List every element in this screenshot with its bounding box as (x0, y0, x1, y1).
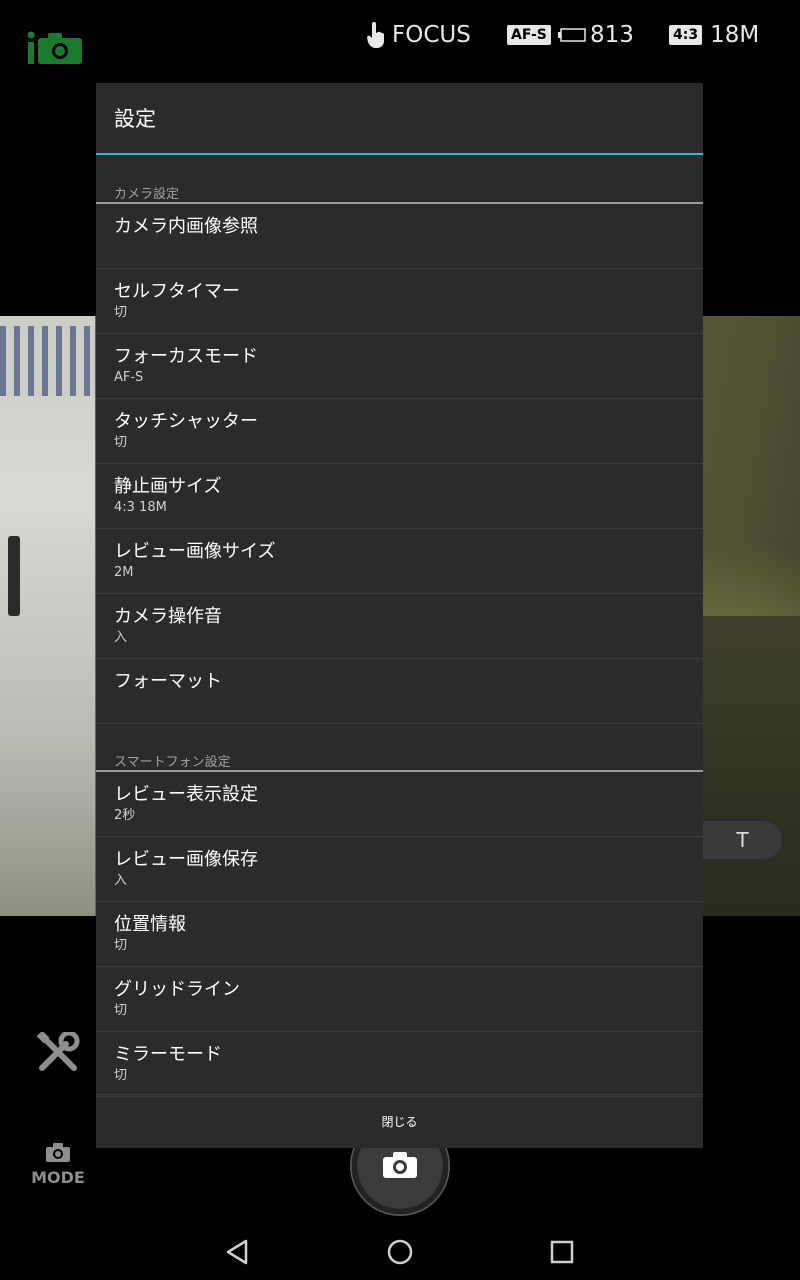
viewfinder-handle (8, 536, 20, 616)
setting-title: フォーカスモード (114, 346, 258, 367)
tools-icon[interactable] (36, 1032, 80, 1072)
zoom-tele-label: T (736, 828, 749, 852)
setting-title: レビュー画像サイズ (114, 541, 276, 562)
setting-title: 位置情報 (114, 914, 186, 935)
setting-self-timer[interactable]: セルフタイマー 切 (96, 269, 703, 334)
section-header-smartphone: スマートフォン設定 (96, 724, 703, 772)
focus-indicator: FOCUS (366, 20, 471, 50)
home-circle-icon[interactable] (386, 1238, 414, 1266)
dialog-title: 設定 (96, 83, 703, 155)
setting-value: 2秒 (114, 808, 136, 823)
setting-value: 切 (114, 1003, 128, 1018)
mode-label: MODE (31, 1168, 85, 1187)
setting-location-info[interactable]: 位置情報 切 (96, 902, 703, 967)
settings-dialog: 設定 カメラ設定 カメラ内画像参照 セルフタイマー 切 フォーカスモード AF-… (96, 83, 703, 1148)
touch-hand-icon (367, 22, 384, 48)
setting-value: AF-S (114, 370, 144, 385)
setting-value: 2M (114, 565, 134, 580)
recents-square-icon[interactable] (548, 1238, 576, 1266)
setting-title: セルフタイマー (114, 281, 240, 302)
image-size-indicator: 4:3 18M (669, 20, 759, 50)
mode-button[interactable]: MODE (28, 1142, 88, 1190)
camera-app-logo-icon[interactable] (28, 30, 82, 66)
settings-list[interactable]: カメラ設定 カメラ内画像参照 セルフタイマー 切 フォーカスモード AF-S タ… (96, 155, 703, 1097)
battery-icon (558, 28, 586, 42)
setting-review-image-size[interactable]: レビュー画像サイズ 2M (96, 529, 703, 594)
shots-remaining-indicator: 813 (558, 20, 634, 50)
setting-value: 4:3 18M (114, 500, 167, 515)
setting-title: レビュー表示設定 (114, 784, 258, 805)
zoom-tele-button[interactable]: T (703, 818, 785, 862)
setting-value: 入 (114, 630, 128, 645)
camera-status-bar: FOCUS AF-S 813 4:3 18M (0, 0, 800, 84)
setting-title: タッチシャッター (114, 411, 258, 432)
setting-title: レビュー画像保存 (114, 849, 258, 870)
viewfinder-shadow (703, 616, 800, 916)
setting-title: 静止画サイズ (114, 476, 222, 497)
setting-title: カメラ内画像参照 (114, 216, 258, 237)
setting-grid-line[interactable]: グリッドライン 切 (96, 967, 703, 1032)
setting-title: フォーマット (114, 671, 222, 692)
setting-format[interactable]: フォーマット (96, 659, 703, 724)
camera-icon (46, 1143, 70, 1162)
setting-in-camera-image-view[interactable]: カメラ内画像参照 (96, 204, 703, 269)
setting-title: グリッドライン (114, 979, 240, 1000)
shots-remaining: 813 (590, 22, 634, 48)
af-mode-badge: AF-S (507, 25, 551, 45)
aspect-badge: 4:3 (669, 25, 703, 45)
close-label: 閉じる (381, 1115, 418, 1129)
back-triangle-icon[interactable] (224, 1238, 252, 1266)
setting-focus-mode[interactable]: フォーカスモード AF-S (96, 334, 703, 399)
setting-value: 切 (114, 1068, 128, 1083)
viewfinder-shelf (0, 326, 95, 396)
setting-camera-sound[interactable]: カメラ操作音 入 (96, 594, 703, 659)
system-nav-bar (0, 1224, 800, 1280)
setting-review-image-save[interactable]: レビュー画像保存 入 (96, 837, 703, 902)
setting-review-display[interactable]: レビュー表示設定 2秒 (96, 772, 703, 837)
shutter-camera-icon (383, 1152, 417, 1178)
viewfinder-wall (0, 316, 95, 916)
setting-mirror-mode[interactable]: ミラーモード 切 (96, 1032, 703, 1097)
setting-value: 入 (114, 873, 128, 888)
setting-value: 切 (114, 938, 128, 953)
focus-label: FOCUS (392, 22, 471, 48)
setting-value: 切 (114, 435, 128, 450)
setting-touch-shutter[interactable]: タッチシャッター 切 (96, 399, 703, 464)
setting-title: カメラ操作音 (114, 606, 222, 627)
setting-title: ミラーモード (114, 1044, 222, 1065)
af-mode-indicator: AF-S (507, 20, 551, 50)
close-button[interactable]: 閉じる (96, 1094, 703, 1148)
setting-value: 切 (114, 305, 128, 320)
section-header-camera: カメラ設定 (96, 155, 703, 204)
image-size-label: 18M (710, 22, 760, 48)
setting-still-image-size[interactable]: 静止画サイズ 4:3 18M (96, 464, 703, 529)
